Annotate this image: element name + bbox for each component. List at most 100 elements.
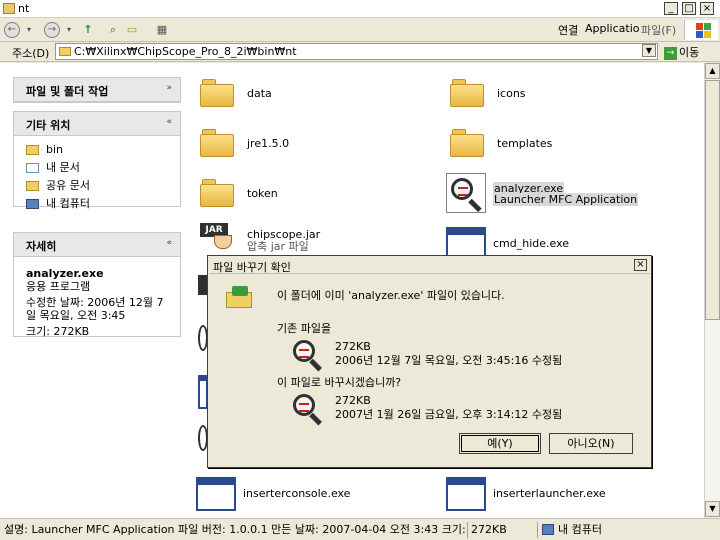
place-my-computer[interactable]: 내 컴퓨터 xyxy=(26,195,168,213)
go-button[interactable]: → 이동 xyxy=(664,44,699,60)
file-description: 압축 jar 파일 xyxy=(247,240,309,253)
scroll-thumb[interactable] xyxy=(705,80,720,320)
dialog-title: 파일 바꾸기 확인 xyxy=(213,261,291,274)
place-shared-documents[interactable]: 공유 문서 xyxy=(26,177,168,195)
status-size: 272KB xyxy=(467,522,531,538)
file-name: inserterlauncher.exe xyxy=(493,487,606,500)
existing-file-date: 2006년 12월 7일 목요일, 오전 3:45:16 수정됨 xyxy=(335,354,563,367)
file-item-data[interactable]: data xyxy=(200,75,400,115)
status-location-label: 내 컴퓨터 xyxy=(558,523,602,536)
file-item-jre[interactable]: jre1.5.0 xyxy=(200,125,400,165)
minimize-button[interactable]: _ xyxy=(664,2,678,15)
tasks-panel-title: 파일 및 폴더 작업 xyxy=(26,85,109,98)
address-input[interactable]: C:₩Xilinx₩ChipScope_Pro_8_2i₩bin₩nt xyxy=(55,43,658,60)
details-panel: 자세히 « analyzer.exe 응용 프로그램 수정한 날짜: 2006년… xyxy=(13,232,181,338)
folder-icon xyxy=(450,79,484,107)
task-pane: 파일 및 폴더 작업 » 기타 위치 « bin 내 문서 공유 문서 내 컴퓨… xyxy=(0,63,196,518)
maximize-button[interactable]: □ xyxy=(682,2,696,15)
detail-modified-cont: 일 목요일, 오전 3:45 xyxy=(26,309,126,322)
place-label: 내 컴퓨터 xyxy=(46,197,90,210)
status-description: 설명: Launcher MFC Application 파일 버전: 1.0.… xyxy=(4,523,466,536)
address-dropdown-button[interactable]: ▼ xyxy=(642,44,656,57)
dialog-message: 이 폴더에 이미 'analyzer.exe' 파일이 있습니다. xyxy=(277,289,505,302)
yes-button[interactable]: 예(Y) xyxy=(459,433,541,454)
application-window-icon xyxy=(446,477,486,511)
go-label: 이동 xyxy=(679,46,700,59)
place-my-documents[interactable]: 내 문서 xyxy=(26,159,168,177)
file-item-inserterconsole[interactable]: inserterconsole.exe xyxy=(196,475,396,515)
forward-button[interactable]: → xyxy=(44,22,60,38)
folder-icon xyxy=(59,47,71,56)
scroll-down-button[interactable]: ▼ xyxy=(705,501,720,517)
place-label: bin xyxy=(46,143,64,156)
close-button[interactable]: × xyxy=(700,2,714,15)
file-name: cmd_hide.exe xyxy=(493,237,570,250)
file-item-templates[interactable]: templates xyxy=(450,125,650,165)
folder-icon xyxy=(3,3,15,14)
collapse-icon[interactable]: « xyxy=(166,117,172,127)
file-name: token xyxy=(247,187,278,200)
up-folder-button[interactable]: ↑ xyxy=(80,21,96,39)
places-list: bin 내 문서 공유 문서 내 컴퓨터 xyxy=(14,136,180,219)
documents-icon xyxy=(26,163,39,173)
menu-file[interactable]: 파일(F) xyxy=(641,22,676,38)
scroll-up-button[interactable]: ▲ xyxy=(705,63,720,79)
file-item-icons[interactable]: icons xyxy=(450,75,650,115)
file-name: icons xyxy=(497,87,526,100)
vertical-scrollbar[interactable]: ▲ ▼ xyxy=(704,63,720,518)
file-description: Launcher MFC Application xyxy=(493,193,639,206)
address-label: 주소(D) xyxy=(12,47,50,60)
application-window-icon xyxy=(196,477,236,511)
back-dropdown-icon[interactable]: ▾ xyxy=(24,21,34,39)
status-location: 내 컴퓨터 xyxy=(537,522,717,538)
windows-logo-icon xyxy=(684,20,718,40)
file-name: templates xyxy=(497,137,553,150)
confirm-replace-dialog: 파일 바꾸기 확인 × 이 폴더에 이미 'analyzer.exe' 파일이 … xyxy=(207,255,652,468)
folder-icon xyxy=(450,129,484,157)
file-name: jre1.5.0 xyxy=(247,137,290,150)
analyzer-app-icon xyxy=(291,338,327,372)
place-label: 공유 문서 xyxy=(46,179,90,192)
forward-dropdown-icon[interactable]: ▾ xyxy=(64,21,74,39)
dialog-title-bar: 파일 바꾸기 확인 × xyxy=(209,257,650,274)
views-button[interactable]: ▦ xyxy=(150,21,174,39)
computer-icon xyxy=(542,524,554,535)
folder-icon xyxy=(200,179,234,207)
jar-icon: JAR xyxy=(200,223,234,249)
folder-icon xyxy=(200,79,234,107)
back-button[interactable]: ← xyxy=(4,22,20,38)
tasks-panel-header[interactable]: 파일 및 폴더 작업 » xyxy=(14,78,180,102)
place-bin[interactable]: bin xyxy=(26,141,168,159)
file-name: data xyxy=(247,87,272,100)
file-item-inserterlauncher[interactable]: inserterlauncher.exe xyxy=(446,475,646,515)
computer-icon xyxy=(26,199,39,209)
details-panel-header[interactable]: 자세히 « xyxy=(14,233,180,257)
folder-icon xyxy=(200,129,234,157)
folder-icon xyxy=(26,181,39,191)
existing-file-label: 기존 파일을 xyxy=(277,322,332,335)
folder-icon xyxy=(26,145,39,155)
places-panel-header[interactable]: 기타 위치 « xyxy=(14,112,180,136)
collapse-icon[interactable]: « xyxy=(166,238,172,248)
status-bar: 설명: Launcher MFC Application 파일 버전: 1.0.… xyxy=(0,518,720,540)
file-item-analyzer[interactable]: analyzer.exe Launcher MFC Application xyxy=(446,173,696,213)
tasks-panel: 파일 및 폴더 작업 » xyxy=(13,77,181,103)
menu-application[interactable]: Applicatio xyxy=(585,22,640,35)
expand-icon[interactable]: » xyxy=(166,83,172,93)
menu-connect[interactable]: 연결 xyxy=(558,22,578,38)
places-panel-title: 기타 위치 xyxy=(26,119,71,132)
file-item-token[interactable]: token xyxy=(200,175,400,215)
detail-modified: 수정한 날짜: 2006년 12월 7 xyxy=(26,296,164,309)
analyzer-app-icon xyxy=(291,392,327,426)
window-title: nt xyxy=(18,2,30,15)
address-bar: 주소(D) C:₩Xilinx₩ChipScope_Pro_8_2i₩bin₩n… xyxy=(0,42,720,62)
no-button[interactable]: 아니오(N) xyxy=(549,433,633,454)
search-button[interactable]: ⌕ xyxy=(104,21,122,39)
details-body: analyzer.exe 응용 프로그램 수정한 날짜: 2006년 12월 7… xyxy=(14,257,180,344)
dialog-close-button[interactable]: × xyxy=(634,259,647,271)
places-panel: 기타 위치 « bin 내 문서 공유 문서 내 컴퓨터 xyxy=(13,111,181,210)
folders-button[interactable]: ▭ xyxy=(124,21,140,39)
new-file-date: 2007년 1월 26일 금요일, 오후 3:14:12 수정됨 xyxy=(335,408,563,421)
detail-size: 크기: 272KB xyxy=(26,325,90,338)
toolbar: ← ▾ → ▾ ↑ ⌕ ▭ ▦ 연결 Applicatio 파일(F) xyxy=(0,18,720,42)
